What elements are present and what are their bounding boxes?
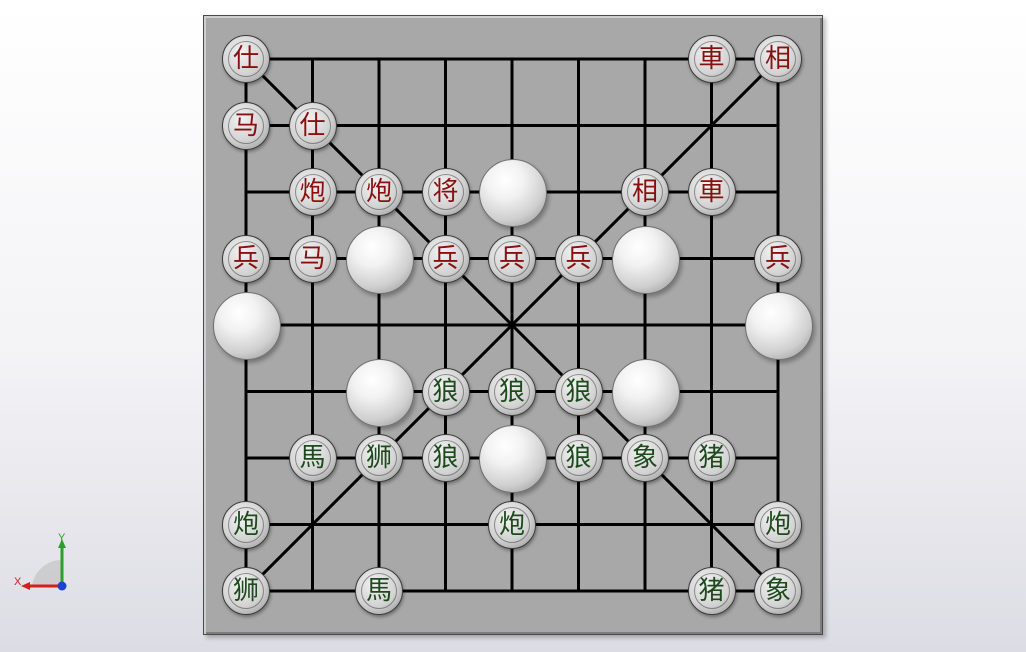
green-piece[interactable]: 象 — [754, 567, 802, 615]
red-piece[interactable]: 将 — [421, 168, 470, 216]
green-piece[interactable]: 炮 — [754, 500, 802, 549]
piece-glyph: 車 — [698, 177, 725, 207]
piece-glyph: 馬 — [365, 576, 392, 606]
red-piece[interactable]: 炮 — [355, 168, 403, 216]
piece-glyph: 象 — [764, 576, 791, 606]
red-piece[interactable]: 兵 — [754, 234, 802, 283]
green-piece[interactable]: 狼 — [554, 434, 603, 482]
piece-glyph: 兵 — [232, 243, 259, 274]
piece-glyph: 兵 — [565, 243, 592, 274]
green-piece[interactable]: 猪 — [687, 434, 736, 482]
red-piece[interactable]: 仕 — [222, 35, 270, 83]
white-sphere[interactable] — [745, 292, 813, 360]
piece-glyph: 炮 — [299, 177, 326, 207]
piece-glyph: 炮 — [232, 509, 259, 540]
x-axis-label: X — [14, 576, 22, 588]
piece-glyph: 猪 — [698, 443, 725, 473]
red-piece[interactable]: 相 — [754, 35, 802, 83]
piece-glyph: 車 — [698, 44, 725, 74]
green-piece[interactable]: 狼 — [421, 367, 470, 416]
3d-viewport[interactable]: 仕車相马仕炮炮将相車兵马兵兵兵兵狼狼狼馬狮狼狼象猪炮炮炮狮馬猪象 Y X — [0, 0, 1026, 652]
coordinate-triad[interactable]: Y X — [12, 530, 82, 600]
white-sphere[interactable] — [479, 159, 547, 227]
red-piece[interactable]: 兵 — [554, 234, 603, 283]
green-piece[interactable]: 炮 — [222, 500, 270, 549]
piece-glyph: 兵 — [498, 243, 525, 274]
red-piece[interactable]: 兵 — [421, 234, 470, 283]
piece-glyph: 狼 — [432, 443, 459, 473]
piece-glyph: 兵 — [432, 243, 459, 274]
piece-glyph: 炮 — [764, 509, 791, 540]
piece-glyph: 猪 — [698, 576, 725, 606]
piece-glyph: 兵 — [764, 243, 791, 274]
piece-glyph: 仕 — [232, 44, 259, 74]
piece-glyph: 馬 — [299, 443, 326, 473]
board-grid — [243, 56, 781, 594]
red-piece[interactable]: 炮 — [288, 168, 337, 216]
piece-glyph: 马 — [232, 110, 259, 141]
piece-glyph: 马 — [299, 243, 326, 274]
piece-glyph: 相 — [631, 177, 658, 207]
piece-glyph: 狮 — [365, 443, 392, 473]
green-piece[interactable]: 馬 — [288, 434, 337, 482]
white-sphere[interactable] — [346, 225, 414, 294]
green-piece[interactable]: 炮 — [488, 500, 536, 549]
white-sphere[interactable] — [346, 358, 414, 427]
piece-glyph: 狼 — [565, 376, 592, 407]
red-piece[interactable]: 車 — [687, 168, 736, 216]
red-piece[interactable]: 马 — [288, 234, 337, 283]
green-piece[interactable]: 象 — [621, 434, 669, 482]
white-sphere[interactable] — [213, 292, 281, 360]
piece-glyph: 狼 — [498, 376, 525, 407]
green-piece[interactable]: 狼 — [488, 367, 536, 416]
green-piece[interactable]: 馬 — [355, 567, 403, 615]
piece-glyph: 炮 — [498, 509, 525, 540]
red-piece[interactable]: 車 — [687, 35, 736, 83]
red-piece[interactable]: 兵 — [488, 234, 536, 283]
y-axis-label: Y — [58, 532, 66, 544]
red-piece[interactable]: 仕 — [288, 101, 337, 150]
piece-glyph: 狼 — [565, 443, 592, 473]
white-sphere[interactable] — [479, 425, 547, 493]
piece-glyph: 相 — [764, 44, 791, 74]
piece-glyph: 象 — [631, 443, 658, 473]
piece-glyph: 狮 — [232, 576, 259, 606]
piece-glyph: 炮 — [365, 177, 392, 207]
green-piece[interactable]: 狼 — [421, 434, 470, 482]
red-piece[interactable]: 马 — [222, 101, 270, 150]
green-piece[interactable]: 狼 — [554, 367, 603, 416]
green-piece[interactable]: 狮 — [222, 567, 270, 615]
axis-triad-icon — [21, 539, 67, 591]
white-sphere[interactable] — [612, 358, 680, 427]
piece-glyph: 仕 — [299, 110, 326, 141]
red-piece[interactable]: 相 — [621, 168, 669, 216]
red-piece[interactable]: 兵 — [222, 234, 270, 283]
piece-glyph: 狼 — [432, 376, 459, 407]
green-piece[interactable]: 狮 — [355, 434, 403, 482]
green-piece[interactable]: 猪 — [687, 567, 736, 615]
white-sphere[interactable] — [612, 225, 680, 294]
piece-glyph: 将 — [432, 177, 459, 207]
